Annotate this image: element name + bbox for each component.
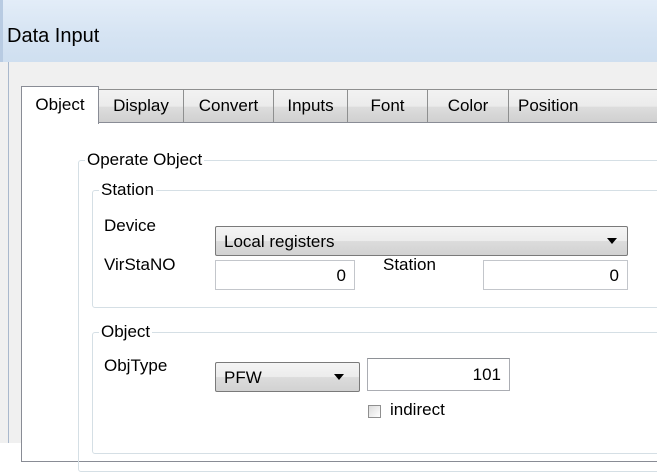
device-select-value: Local registers xyxy=(224,232,335,251)
station-value: 0 xyxy=(609,266,619,285)
tab-display[interactable]: Display xyxy=(98,89,184,123)
operate-object-legend: Operate Object xyxy=(87,150,203,169)
tab-object[interactable]: Object xyxy=(21,86,99,124)
device-label: Device xyxy=(104,216,156,235)
window-edge xyxy=(0,0,3,62)
tab-font[interactable]: Font xyxy=(347,89,428,123)
frame-border xyxy=(8,62,9,443)
object-address-value: 101 xyxy=(472,365,501,384)
object-legend: Object xyxy=(101,322,151,341)
object-address-input[interactable]: 101 xyxy=(367,358,510,391)
virstano-input[interactable]: 0 xyxy=(215,260,355,290)
objtype-select-value: PFW xyxy=(224,368,262,387)
tab-inputs[interactable]: Inputs xyxy=(273,89,348,123)
station-input[interactable]: 0 xyxy=(483,260,628,290)
title-bar[interactable]: Data Input xyxy=(0,0,657,62)
objtype-select[interactable]: PFW xyxy=(215,362,360,392)
objtype-label: ObjType xyxy=(104,356,168,375)
tab-position[interactable]: Position xyxy=(508,89,657,123)
indirect-checkbox[interactable] xyxy=(368,405,381,418)
tab-strip: Object Display Convert Inputs Font Color… xyxy=(21,86,657,124)
station-legend: Station xyxy=(101,180,154,199)
window-title: Data Input xyxy=(7,25,100,47)
tab-color[interactable]: Color xyxy=(427,89,509,123)
chevron-down-icon xyxy=(607,238,617,244)
indirect-label: indirect xyxy=(390,400,445,419)
device-select[interactable]: Local registers xyxy=(215,226,628,256)
virstano-value: 0 xyxy=(336,266,346,285)
virstano-label: VirStaNO xyxy=(104,255,176,274)
tab-convert[interactable]: Convert xyxy=(183,89,274,123)
station-label: Station xyxy=(383,255,436,274)
chevron-down-icon xyxy=(334,374,344,380)
